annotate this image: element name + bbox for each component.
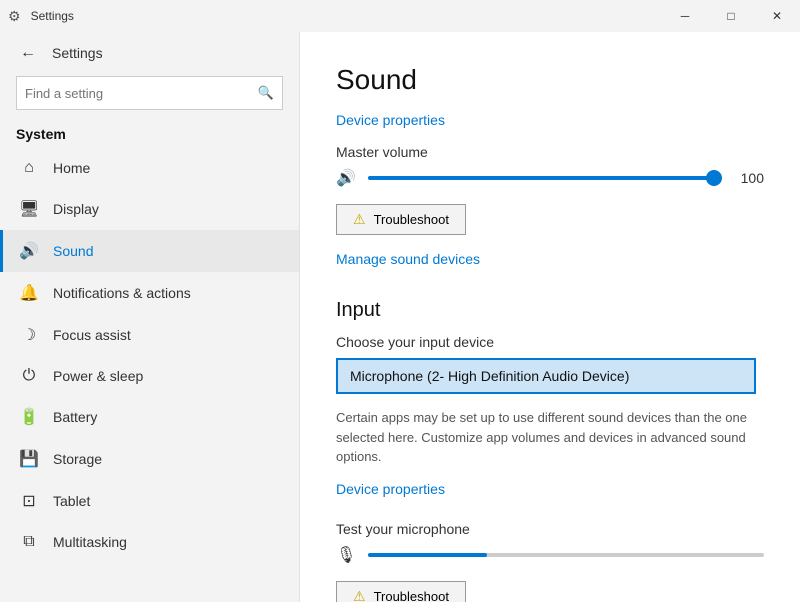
battery-icon: 🔋	[19, 407, 39, 427]
mic-icon: 🎙	[336, 545, 356, 565]
home-icon: ⌂	[19, 159, 39, 177]
window-controls: ─ □ ✕	[662, 0, 800, 32]
volume-slider[interactable]	[368, 176, 720, 180]
mic-row: 🎙	[336, 545, 764, 565]
power-icon: ⏻	[19, 367, 39, 385]
volume-icon: 🔊	[336, 168, 356, 188]
sidebar-app-title: Settings	[52, 45, 103, 61]
content-area: Sound Device properties Master volume 🔊 …	[300, 32, 800, 602]
back-button[interactable]: ←	[16, 42, 40, 64]
sidebar-item-label-storage: Storage	[53, 451, 102, 467]
volume-value: 100	[732, 170, 764, 186]
sidebar-item-battery[interactable]: 🔋 Battery	[0, 396, 299, 438]
sidebar-item-label-display: Display	[53, 201, 99, 217]
display-icon: 🖥	[19, 199, 39, 219]
sidebar-item-label-power: Power & sleep	[53, 368, 143, 384]
master-volume-label: Master volume	[336, 144, 764, 160]
search-box[interactable]: 🔍	[16, 76, 283, 110]
sidebar-item-tablet[interactable]: ⊡ Tablet	[0, 480, 299, 522]
troubleshoot-button-2[interactable]: ⚠ Troubleshoot	[336, 581, 466, 602]
multitasking-icon: ⧉	[19, 533, 39, 551]
sidebar-item-label-sound: Sound	[53, 243, 93, 259]
warn-icon-2: ⚠	[353, 588, 366, 602]
sidebar-item-display[interactable]: 🖥 Display	[0, 188, 299, 230]
minimize-button[interactable]: ─	[662, 0, 708, 32]
app-body: ← Settings 🔍 System ⌂ Home 🖥 Display 🔊 S…	[0, 32, 800, 602]
search-icon: 🔍	[258, 85, 274, 101]
input-device-select[interactable]: Microphone (2- High Definition Audio Dev…	[336, 358, 756, 394]
device-properties-link[interactable]: Device properties	[336, 112, 445, 128]
sidebar-item-label-battery: Battery	[53, 409, 97, 425]
sidebar-item-home[interactable]: ⌂ Home	[0, 148, 299, 188]
sidebar-item-power[interactable]: ⏻ Power & sleep	[0, 356, 299, 396]
manage-sound-devices-link[interactable]: Manage sound devices	[336, 251, 480, 267]
title-bar: ⚙ Settings ─ □ ✕	[0, 0, 800, 32]
troubleshoot-label-2: Troubleshoot	[374, 589, 449, 602]
volume-row: 🔊 100	[336, 168, 764, 188]
test-mic-label: Test your microphone	[336, 521, 764, 537]
close-button[interactable]: ✕	[754, 0, 800, 32]
tablet-icon: ⊡	[19, 491, 39, 511]
focus-icon: ☽	[19, 325, 39, 345]
sidebar: ← Settings 🔍 System ⌂ Home 🖥 Display 🔊 S…	[0, 32, 300, 602]
volume-thumb[interactable]	[706, 170, 722, 186]
troubleshoot-button[interactable]: ⚠ Troubleshoot	[336, 204, 466, 235]
volume-fill	[368, 176, 720, 180]
input-section-title: Input	[336, 299, 764, 322]
sidebar-section-label: System	[0, 122, 299, 148]
device-properties-link2[interactable]: Device properties	[336, 481, 445, 497]
title-bar-title: Settings	[31, 9, 74, 23]
sidebar-item-label-focus: Focus assist	[53, 327, 131, 343]
info-text: Certain apps may be set up to use differ…	[336, 408, 764, 467]
page-title: Sound	[336, 64, 764, 96]
troubleshoot-label: Troubleshoot	[374, 212, 449, 227]
sidebar-item-sound[interactable]: 🔊 Sound	[0, 230, 299, 272]
sidebar-item-label-tablet: Tablet	[53, 493, 90, 509]
mic-level-slider[interactable]	[368, 553, 764, 557]
maximize-button[interactable]: □	[708, 0, 754, 32]
app-icon: ⚙	[8, 8, 21, 25]
mic-level-fill	[368, 553, 487, 557]
sidebar-item-multitasking[interactable]: ⧉ Multitasking	[0, 522, 299, 562]
sidebar-item-label-multitasking: Multitasking	[53, 534, 127, 550]
sidebar-item-notifications[interactable]: 🔔 Notifications & actions	[0, 272, 299, 314]
sidebar-item-label-notifications: Notifications & actions	[53, 285, 191, 301]
sidebar-header: ← Settings	[0, 32, 299, 72]
warn-icon: ⚠	[353, 211, 366, 228]
sidebar-item-focus[interactable]: ☽ Focus assist	[0, 314, 299, 356]
notifications-icon: 🔔	[19, 283, 39, 303]
choose-input-label: Choose your input device	[336, 334, 764, 350]
sidebar-item-storage[interactable]: 💾 Storage	[0, 438, 299, 480]
search-input[interactable]	[25, 86, 258, 101]
storage-icon: 💾	[19, 449, 39, 469]
sidebar-item-label-home: Home	[53, 160, 90, 176]
sound-icon: 🔊	[19, 241, 39, 261]
